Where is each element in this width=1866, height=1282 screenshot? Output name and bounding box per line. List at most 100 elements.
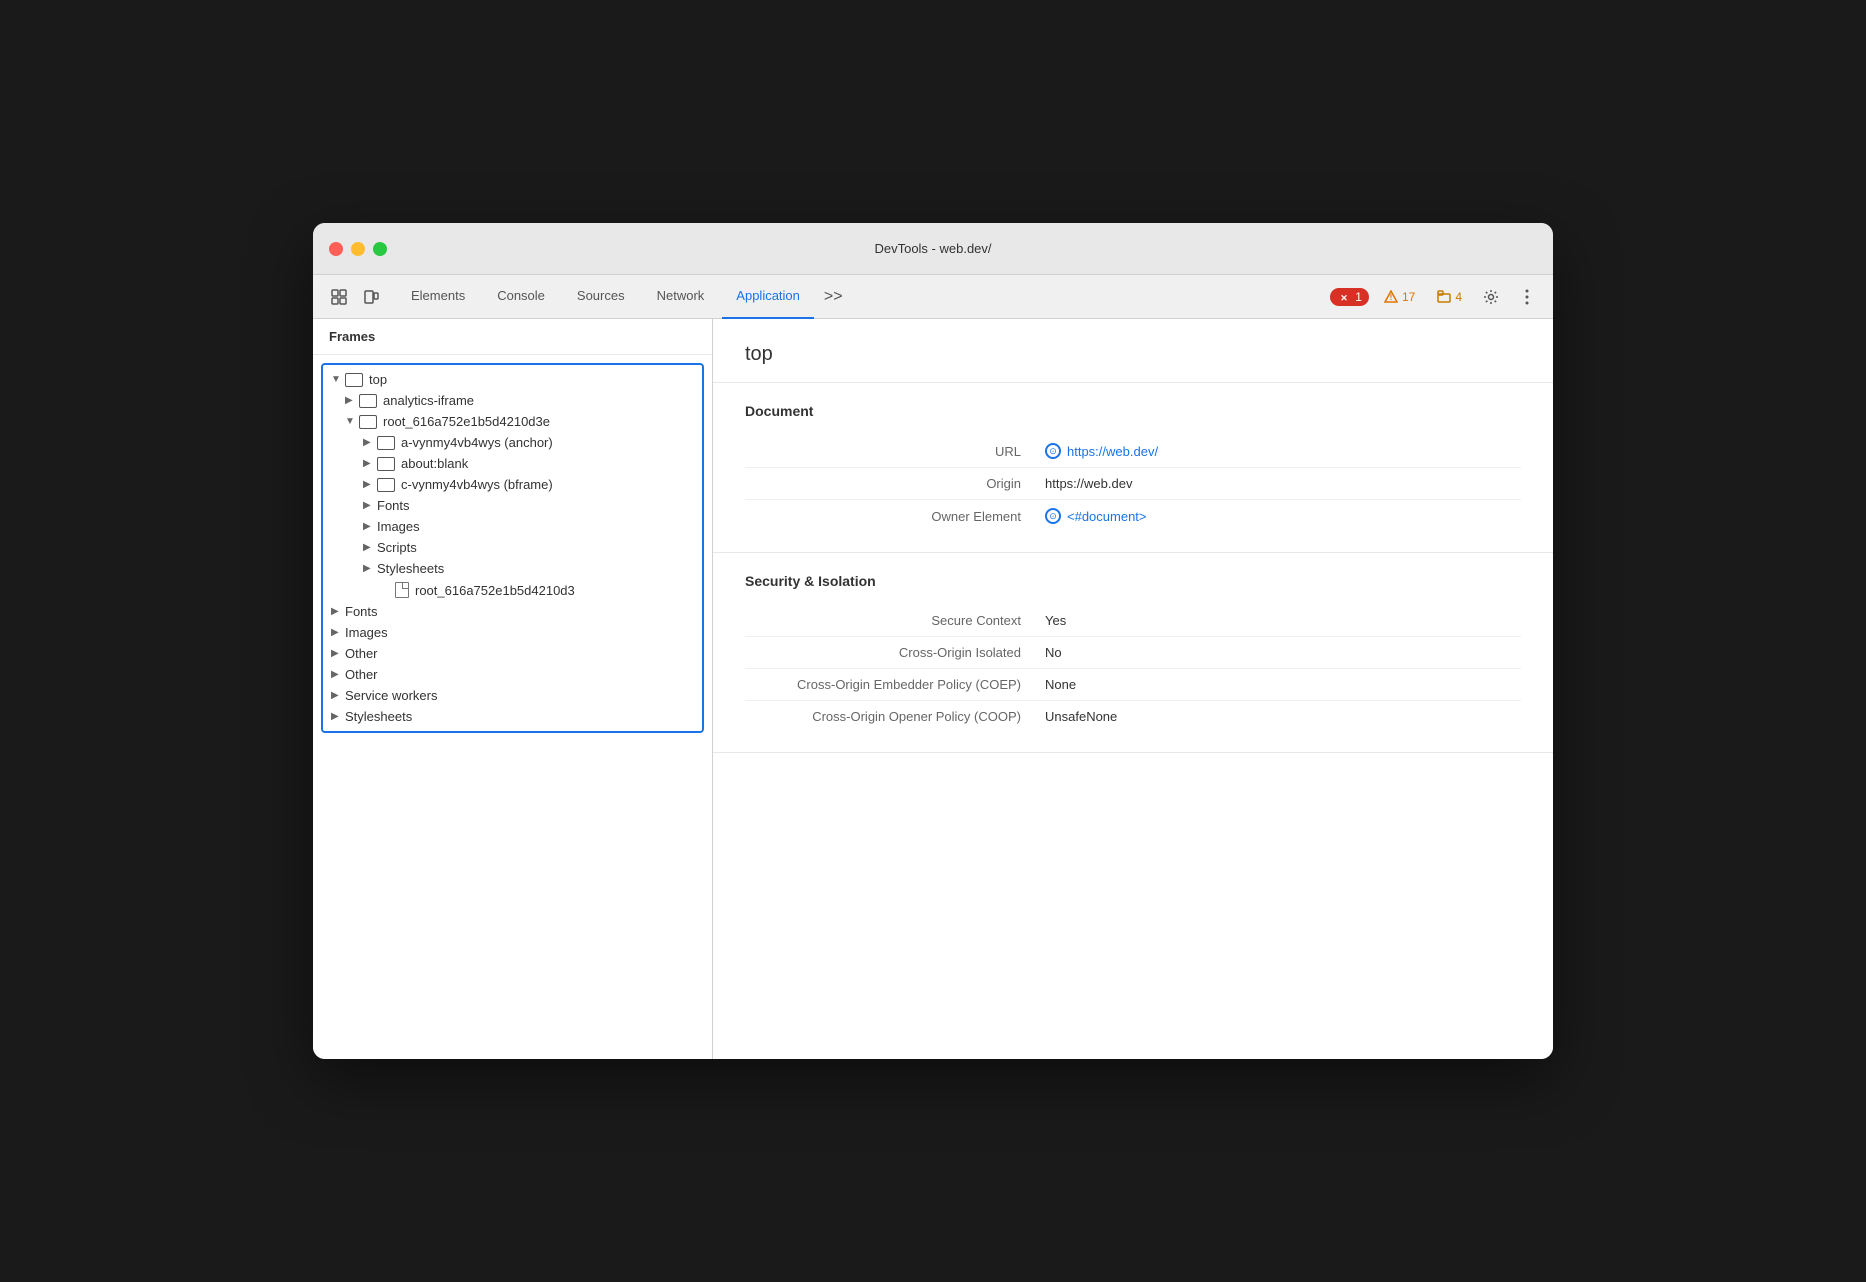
inspect-element-icon[interactable]	[325, 283, 353, 311]
secure-context-value: Yes	[1045, 613, 1066, 628]
arrow-right-icon: ▶	[331, 711, 345, 722]
url-label: URL	[745, 444, 1045, 459]
frame-icon	[345, 373, 363, 387]
arrow-right-icon: ▶	[345, 395, 359, 406]
tree-item-top[interactable]: ▼ top	[327, 369, 698, 390]
origin-label: Origin	[745, 476, 1045, 491]
sidebar: Frames ▼ top ▶ analytics-iframe	[313, 319, 713, 1059]
element-icon: ⊙	[1045, 508, 1061, 524]
document-section-title: Document	[745, 403, 1521, 419]
content-area: Frames ▼ top ▶ analytics-iframe	[313, 319, 1553, 1059]
arrow-right-icon: ▶	[331, 627, 345, 638]
owner-element-row: Owner Element ⊙ <#document>	[745, 500, 1521, 532]
coep-row: Cross-Origin Embedder Policy (COEP) None	[745, 669, 1521, 701]
owner-element-label: Owner Element	[745, 509, 1045, 524]
tree-item-root-file[interactable]: root_616a752e1b5d4210d3	[327, 579, 698, 601]
secure-context-row: Secure Context Yes	[745, 605, 1521, 637]
frame-icon	[359, 394, 377, 408]
arrow-right-icon: ▶	[331, 669, 345, 680]
page-title: top	[713, 319, 1553, 383]
owner-element-value: ⊙ <#document>	[1045, 508, 1147, 524]
secure-context-label: Secure Context	[745, 613, 1045, 628]
tree-item-other1[interactable]: ▶ Other	[327, 643, 698, 664]
document-section: Document URL ⊙ https://web.dev/ Origin h…	[713, 383, 1553, 553]
frames-tree: ▼ top ▶ analytics-iframe ▼ root_6	[313, 355, 712, 741]
cross-origin-isolated-label: Cross-Origin Isolated	[745, 645, 1045, 660]
arrow-right-icon: ▶	[363, 437, 377, 448]
security-section: Security & Isolation Secure Context Yes …	[713, 553, 1553, 753]
coop-label: Cross-Origin Opener Policy (COOP)	[745, 709, 1045, 724]
tree-item-bframe[interactable]: ▶ c-vynmy4vb4wys (bframe)	[327, 474, 698, 495]
tree-item-service-workers[interactable]: ▶ Service workers	[327, 685, 698, 706]
tree-item-other2[interactable]: ▶ Other	[327, 664, 698, 685]
tree-item-scripts-nested[interactable]: ▶ Scripts	[327, 537, 698, 558]
origin-row: Origin https://web.dev	[745, 468, 1521, 500]
coep-value: None	[1045, 677, 1076, 692]
tab-application[interactable]: Application	[722, 275, 814, 319]
tree-item-root[interactable]: ▼ root_616a752e1b5d4210d3e	[327, 411, 698, 432]
tree-item-fonts[interactable]: ▶ Fonts	[327, 601, 698, 622]
traffic-lights	[329, 242, 387, 256]
arrow-right-icon: ▶	[363, 563, 377, 574]
toolbar: Elements Console Sources Network Applica…	[313, 275, 1553, 319]
tree-item-analytics-iframe[interactable]: ▶ analytics-iframe	[327, 390, 698, 411]
tab-network[interactable]: Network	[643, 275, 719, 319]
arrow-right-icon: ▶	[363, 458, 377, 469]
arrow-right-icon: ▶	[363, 479, 377, 490]
origin-value: https://web.dev	[1045, 476, 1132, 491]
tree-item-fonts-nested[interactable]: ▶ Fonts	[327, 495, 698, 516]
svg-text:!: !	[1390, 293, 1393, 302]
settings-icon[interactable]	[1477, 283, 1505, 311]
arrow-right-icon: ▶	[331, 606, 345, 617]
device-toolbar-icon[interactable]	[357, 283, 385, 311]
security-section-title: Security & Isolation	[745, 573, 1521, 589]
tab-sources[interactable]: Sources	[563, 275, 639, 319]
tree-item-images[interactable]: ▶ Images	[327, 622, 698, 643]
tree-item-stylesheets-nested[interactable]: ▶ Stylesheets	[327, 558, 698, 579]
minimize-button[interactable]	[351, 242, 365, 256]
arrow-right-icon: ▶	[363, 521, 377, 532]
url-link[interactable]: https://web.dev/	[1067, 444, 1158, 459]
titlebar: DevTools - web.dev/	[313, 223, 1553, 275]
arrow-right-icon: ▶	[331, 648, 345, 659]
info-badge[interactable]: 4	[1430, 288, 1469, 306]
frames-tree-box: ▼ top ▶ analytics-iframe ▼ root_6	[321, 363, 704, 733]
coop-row: Cross-Origin Opener Policy (COOP) Unsafe…	[745, 701, 1521, 732]
error-badge[interactable]: ✕ 1	[1330, 288, 1369, 306]
tree-item-images-nested[interactable]: ▶ Images	[327, 516, 698, 537]
file-icon	[395, 582, 409, 598]
arrow-right-icon: ▶	[363, 500, 377, 511]
url-row: URL ⊙ https://web.dev/	[745, 435, 1521, 468]
cross-origin-isolated-row: Cross-Origin Isolated No	[745, 637, 1521, 669]
more-options-icon[interactable]	[1513, 283, 1541, 311]
devtools-window: DevTools - web.dev/ Elements Console	[313, 223, 1553, 1059]
maximize-button[interactable]	[373, 242, 387, 256]
coep-label: Cross-Origin Embedder Policy (COEP)	[745, 677, 1045, 692]
tab-elements[interactable]: Elements	[397, 275, 479, 319]
frame-icon	[377, 436, 395, 450]
cross-origin-isolated-value: No	[1045, 645, 1062, 660]
frame-icon	[377, 478, 395, 492]
owner-element-link[interactable]: <#document>	[1067, 509, 1147, 524]
more-tabs-button[interactable]: >>	[818, 284, 849, 310]
tree-item-stylesheets[interactable]: ▶ Stylesheets	[327, 706, 698, 727]
warning-badge[interactable]: ! 17	[1377, 288, 1422, 306]
window-title: DevTools - web.dev/	[874, 241, 991, 256]
tab-console[interactable]: Console	[483, 275, 559, 319]
close-button[interactable]	[329, 242, 343, 256]
frame-icon	[377, 457, 395, 471]
link-icon: ⊙	[1045, 443, 1061, 459]
tree-item-anchor-frame[interactable]: ▶ a-vynmy4vb4wys (anchor)	[327, 432, 698, 453]
toolbar-right: ✕ 1 ! 17 4	[1330, 283, 1541, 311]
url-value: ⊙ https://web.dev/	[1045, 443, 1158, 459]
tree-item-about-blank[interactable]: ▶ about:blank	[327, 453, 698, 474]
arrow-right-icon: ▶	[363, 542, 377, 553]
main-content: top Document URL ⊙ https://web.dev/ Orig…	[713, 319, 1553, 1059]
arrow-right-icon: ▶	[331, 690, 345, 701]
svg-text:✕: ✕	[1340, 293, 1348, 303]
sidebar-header: Frames	[313, 319, 712, 355]
toolbar-icons	[325, 283, 385, 311]
frame-icon	[359, 415, 377, 429]
arrow-down-icon: ▼	[331, 374, 345, 385]
arrow-down-icon: ▼	[345, 416, 359, 427]
